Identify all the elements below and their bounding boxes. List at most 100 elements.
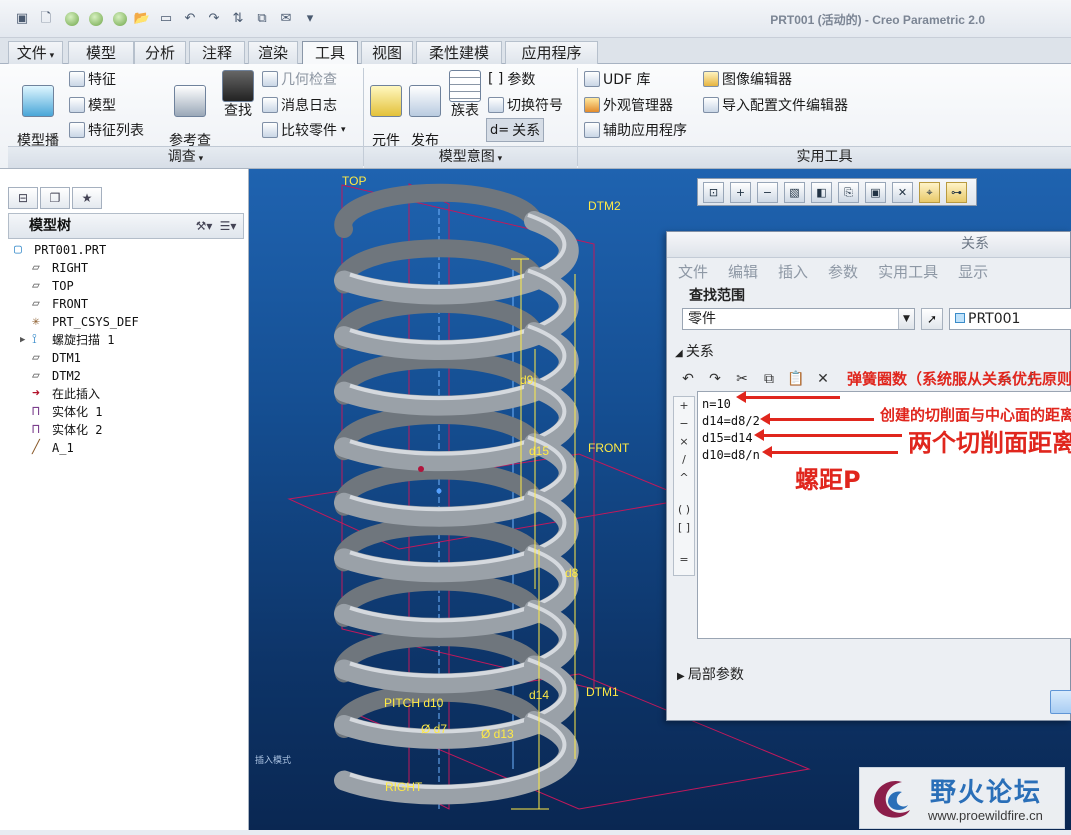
tree-node[interactable]: ╱ A_1 [8, 439, 244, 457]
tree-node[interactable]: ➜ 在此插入 [8, 385, 244, 403]
undo-icon[interactable]: ↶ [180, 9, 200, 29]
feature-button[interactable]: 特征 [69, 69, 116, 89]
new-file-icon[interactable]: 🗋 [36, 9, 56, 29]
switch-symbols-button[interactable]: 切换符号 [488, 95, 563, 115]
equals-button[interactable]: = [674, 551, 694, 569]
parameters-button[interactable]: [ ] 参数 [488, 69, 535, 89]
tree-node[interactable]: ▢ PRT001.PRT [8, 241, 244, 259]
regenerate-icon[interactable]: ⇅ [228, 9, 248, 29]
delete-icon[interactable]: ✕ [812, 368, 834, 390]
tab-tools[interactable]: 工具 [302, 41, 358, 65]
repaint-icon[interactable]: ▧ [784, 181, 805, 203]
refit-icon[interactable]: ⊡ [703, 181, 724, 203]
copy-icon[interactable]: ⧉ [758, 368, 780, 390]
udf-library-button[interactable]: UDF 库 [584, 69, 651, 89]
plus-button[interactable]: + [674, 397, 694, 415]
annotation-display-icon[interactable]: ⌖ [919, 181, 940, 203]
tree-node[interactable]: ▱ RIGHT [8, 259, 244, 277]
display-style-icon[interactable]: ◧ [811, 181, 832, 203]
auxiliary-apps-button[interactable]: 辅助应用程序 [584, 120, 687, 140]
ok-button[interactable] [1050, 690, 1071, 714]
model-select[interactable]: PRT001 [949, 308, 1071, 330]
dim-d14[interactable]: d14 [529, 688, 549, 702]
group-model-intent[interactable]: 模型意图 ▾ [364, 146, 577, 168]
compare-part-button[interactable]: 比较零件 ▾ [262, 120, 346, 140]
tab-file[interactable]: 文件 ▾ [8, 41, 63, 64]
scope-select[interactable]: 零件 ▼ [682, 308, 915, 330]
open-folder-icon[interactable]: 📂 [132, 9, 152, 29]
tree-node[interactable]: ✳ PRT_CSYS_DEF [8, 313, 244, 331]
green-circle-icon[interactable] [113, 12, 127, 26]
tree-node[interactable]: ▱ DTM2 [8, 367, 244, 385]
dim-d13[interactable]: Ø d13 [481, 727, 514, 741]
tab-model[interactable]: 模型 [68, 41, 134, 64]
green-circle-icon[interactable] [65, 12, 79, 26]
find-button[interactable]: 查找 [219, 70, 257, 119]
tree-node[interactable]: ▱ DTM1 [8, 349, 244, 367]
tab-render[interactable]: 渲染 [248, 41, 298, 64]
saved-views-icon[interactable]: ⎘ [838, 181, 859, 203]
cut-icon[interactable]: ✂ [731, 368, 753, 390]
datum-display-icon[interactable]: ✕ [892, 181, 913, 203]
redo-icon[interactable]: ↷ [704, 368, 726, 390]
dim-d7[interactable]: Ø d7 [421, 722, 447, 736]
menu-display[interactable]: 显示 [958, 261, 988, 282]
family-table-button[interactable]: 族表 [447, 70, 483, 119]
brackets-button[interactable]: [ ] [674, 519, 694, 537]
group-investigate[interactable]: 调查 ▾ [8, 146, 363, 168]
expand-arrow-icon[interactable]: ▶ [20, 331, 25, 349]
save-icon[interactable]: ▭ [156, 9, 176, 29]
customize-toolbar-icon[interactable]: ▾ [300, 9, 320, 29]
tab-view[interactable]: 视图 [361, 41, 413, 64]
favorites-tab-icon[interactable]: ★ [72, 187, 102, 209]
tree-node[interactable]: ▶ ⟟ 螺旋扫描 1 [8, 331, 244, 349]
import-config-editor-button[interactable]: 导入配置文件编辑器 [703, 95, 848, 115]
window-switch-icon[interactable]: ⧉ [252, 9, 272, 29]
menu-insert[interactable]: 插入 [778, 261, 808, 282]
green-circle-icon[interactable] [89, 12, 103, 26]
relations-button[interactable]: d= 关系 [486, 118, 545, 142]
select-cursor-icon[interactable]: ➚ [921, 308, 943, 330]
redo-icon[interactable]: ↷ [204, 9, 224, 29]
tab-flexible-modeling[interactable]: 柔性建模 [416, 41, 502, 64]
image-editor-button[interactable]: 图像编辑器 [703, 69, 792, 89]
folder-browser-tab-icon[interactable]: ❐ [40, 187, 70, 209]
view-manager-icon[interactable]: ▣ [865, 181, 886, 203]
geometry-check-button[interactable]: 几何检查 [262, 69, 337, 89]
model-button[interactable]: 模型 [69, 95, 116, 115]
tree-node[interactable]: ⊓ 实体化 2 [8, 421, 244, 439]
dim-pitch-d10[interactable]: PITCH d10 [384, 696, 443, 710]
relations-section-header[interactable]: ◢ 关系 [675, 341, 714, 361]
paste-icon[interactable]: 📋 [785, 368, 807, 390]
dim-d8[interactable]: d8 [565, 566, 578, 580]
multiply-button[interactable]: × [674, 433, 694, 451]
appearance-manager-button[interactable]: 外观管理器 [584, 95, 673, 115]
tab-applications[interactable]: 应用程序 [505, 41, 598, 64]
tree-node[interactable]: ⊓ 实体化 1 [8, 403, 244, 421]
power-button[interactable]: ^ [674, 469, 694, 487]
divide-button[interactable]: / [674, 451, 694, 469]
spin-center-icon[interactable]: ⊶ [946, 181, 967, 203]
menu-utilities[interactable]: 实用工具 [878, 261, 938, 282]
tab-annotate[interactable]: 注释 [189, 41, 245, 64]
tree-node[interactable]: ▱ FRONT [8, 295, 244, 313]
zoom-out-icon[interactable]: − [757, 181, 778, 203]
message-log-button[interactable]: 消息日志 [262, 95, 337, 115]
parentheses-button[interactable]: ( ) [674, 501, 694, 519]
dim-d9[interactable]: d9 [520, 373, 533, 387]
tree-node[interactable]: ▱ TOP [8, 277, 244, 295]
feature-list-button[interactable]: 特征列表 [69, 120, 144, 140]
menu-edit[interactable]: 编辑 [728, 261, 758, 282]
menu-parameters[interactable]: 参数 [828, 261, 858, 282]
minus-button[interactable]: − [674, 415, 694, 433]
menu-file[interactable]: 文件 [678, 261, 708, 282]
tree-settings-icon[interactable]: ⚒▾ [195, 217, 213, 235]
tab-analysis[interactable]: 分析 [134, 41, 186, 64]
local-parameters-section[interactable]: ▶ 局部参数 [677, 664, 744, 684]
zoom-in-icon[interactable]: + [730, 181, 751, 203]
app-icon[interactable]: ▣ [12, 9, 32, 29]
dim-d15[interactable]: d15 [529, 444, 549, 458]
tree-columns-icon[interactable]: ☰▾ [219, 217, 237, 235]
model-tree-tab-icon[interactable]: ⊟ [8, 187, 38, 209]
undo-icon[interactable]: ↶ [677, 368, 699, 390]
